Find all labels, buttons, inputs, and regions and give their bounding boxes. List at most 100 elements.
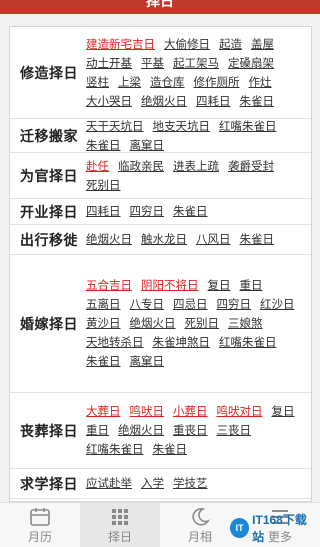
date-type-link[interactable]: 绝烟火日 (130, 316, 176, 331)
date-type-link[interactable]: 鸣吠日 (130, 404, 165, 419)
date-type-link[interactable]: 天地转杀日 (86, 335, 144, 350)
date-type-link[interactable]: 离窠日 (130, 138, 165, 153)
section-items: 建造新宅吉日 大偷修日 起造 盖屋动土开基 平基 起工架马 定磉扇架竖柱 上梁 造仓库 修作厕所作… (80, 27, 311, 118)
date-type-link[interactable]: 大偷修日 (164, 37, 210, 52)
section-label: 迁移搬家 (20, 128, 78, 145)
date-type-link[interactable]: 红嘴朱雀日 (86, 442, 144, 457)
date-type-link[interactable]: 四穷日 (217, 297, 252, 312)
section-items: 赴任 临政亲民 进表上疏 袭爵受封死别日 (80, 153, 311, 198)
date-type-link[interactable]: 三娘煞 (228, 316, 263, 331)
page-header: 择日 (0, 0, 320, 14)
date-type-link[interactable]: 复日 (208, 278, 231, 293)
watermark-text: IT168下载站 (252, 513, 307, 544)
section-moving: 迁移搬家 天干天坑日 地支天坑日 红嘴朱雀日朱雀日 离窠日 (10, 119, 311, 153)
date-type-link[interactable]: 盖屋 (251, 37, 274, 52)
section-label: 丧葬择日 (20, 423, 78, 440)
date-type-link[interactable]: 造仓库 (150, 75, 185, 90)
date-type-link[interactable]: 大小哭日 (86, 94, 132, 109)
tab-label: 月历 (27, 529, 52, 544)
date-type-link[interactable]: 黄沙日 (86, 316, 121, 331)
date-type-link[interactable]: 学技艺 (173, 476, 208, 491)
date-type-link[interactable]: 绝烟火日 (141, 94, 187, 109)
section-label: 出行移徙 (20, 232, 78, 249)
date-type-link[interactable]: 阴阳不将日 (141, 278, 199, 293)
section-items: 大葬日 鸣吠日 小葬日 鸣吠对日 复日重日 绝烟火日 重丧日 三丧日红嘴朱雀日 朱雀日 (80, 393, 311, 468)
date-type-link[interactable]: 四穷日 (130, 204, 165, 219)
date-type-link[interactable]: 五离日 (86, 297, 121, 312)
date-type-link[interactable]: 朱雀坤煞日 (153, 335, 211, 350)
date-type-link[interactable]: 绝烟火日 (86, 232, 132, 247)
date-type-link[interactable]: 朱雀日 (86, 138, 121, 153)
date-type-link[interactable]: 临政亲民 (118, 159, 164, 174)
date-type-link[interactable]: 四耗日 (196, 94, 231, 109)
date-type-link[interactable]: 入学 (141, 476, 164, 491)
date-type-link[interactable]: 重日 (240, 278, 263, 293)
date-type-link[interactable]: 三丧日 (217, 423, 252, 438)
date-type-link[interactable]: 地支天坑日 (153, 119, 211, 134)
date-type-link[interactable]: 重日 (86, 423, 109, 438)
section-official: 为官择日 赴任 临政亲民 进表上疏 袭爵受封死别日 (10, 153, 311, 199)
date-type-link[interactable]: 四耗日 (86, 204, 121, 219)
grid-icon (110, 506, 130, 528)
date-type-link[interactable]: 绝烟火日 (118, 423, 164, 438)
date-type-link[interactable]: 竖柱 (86, 75, 109, 90)
date-type-link[interactable]: 红嘴朱雀日 (219, 119, 277, 134)
section-items: 绝烟火日 触水龙日 八风日 朱雀日 (80, 225, 311, 254)
date-type-link[interactable]: 起工架马 (173, 56, 219, 71)
tab-label: 择日 (107, 529, 132, 544)
date-type-link[interactable]: 朱雀日 (240, 232, 275, 247)
section-business: 开业择日 四耗日 四穷日 朱雀日 (10, 199, 311, 225)
date-type-link[interactable]: 上梁 (118, 75, 141, 90)
section-label: 开业择日 (20, 204, 78, 221)
date-type-link[interactable]: 赴任 (86, 159, 109, 174)
page-title: 择日 (146, 0, 174, 10)
watermark: IT IT168下载站 (230, 513, 316, 544)
date-type-link[interactable]: 袭爵受封 (228, 159, 274, 174)
date-type-link[interactable]: 建造新宅吉日 (86, 37, 155, 52)
date-type-link[interactable]: 复日 (272, 404, 295, 419)
section-label: 求学择日 (20, 476, 78, 493)
date-type-link[interactable]: 八风日 (196, 232, 231, 247)
section-label: 婚嫁择日 (20, 316, 78, 333)
date-type-link[interactable]: 朱雀日 (86, 354, 121, 369)
tab-calendar[interactable]: 月历 (0, 503, 80, 547)
tab-label: 月相 (187, 529, 212, 544)
date-type-link[interactable]: 定磉扇架 (228, 56, 274, 71)
date-type-link[interactable]: 朱雀日 (173, 204, 208, 219)
section-funeral: 丧葬择日 大葬日 鸣吠日 小葬日 鸣吠对日 复日重日 绝烟火日 重丧日 三丧日红嘴朱雀日 朱雀日 (10, 393, 311, 469)
tab-select-date[interactable]: 择日 (80, 503, 160, 547)
date-type-link[interactable]: 平基 (141, 56, 164, 71)
date-type-link[interactable]: 四忌日 (173, 297, 208, 312)
date-type-link[interactable]: 作灶 (249, 75, 272, 90)
section-label: 修造择日 (20, 65, 78, 82)
date-type-link[interactable]: 应试赴举 (86, 476, 132, 491)
date-type-link[interactable]: 起造 (219, 37, 242, 52)
date-type-link[interactable]: 重丧日 (173, 423, 208, 438)
section-construction: 修造择日 建造新宅吉日 大偷修日 起造 盖屋动土开基 平基 起工架马 定磉扇架竖柱 上梁 造仓库修… (10, 27, 311, 119)
moon-icon (190, 506, 210, 528)
date-type-link[interactable]: 触水龙日 (141, 232, 187, 247)
date-type-link[interactable]: 红嘴朱雀日 (219, 335, 277, 350)
date-type-link[interactable]: 朱雀日 (240, 94, 275, 109)
date-type-link[interactable]: 大葬日 (86, 404, 121, 419)
watermark-logo-icon: IT (230, 518, 250, 538)
date-type-link[interactable]: 五合吉日 (86, 278, 132, 293)
date-type-link[interactable]: 朱雀日 (153, 442, 188, 457)
section-items: 天干天坑日 地支天坑日 红嘴朱雀日朱雀日 离窠日 (80, 119, 311, 152)
date-type-link[interactable]: 进表上疏 (173, 159, 219, 174)
date-type-link[interactable]: 红沙日 (260, 297, 295, 312)
date-type-link[interactable]: 离窠日 (130, 354, 165, 369)
tab-moon-phase[interactable]: 月相 (160, 503, 240, 547)
date-type-link[interactable]: 死别日 (86, 178, 121, 193)
date-type-link[interactable]: 死别日 (185, 316, 220, 331)
section-label: 为官择日 (20, 168, 78, 185)
date-type-link[interactable]: 修作厕所 (194, 75, 240, 90)
date-type-link[interactable]: 八专日 (130, 297, 165, 312)
section-wedding: 婚嫁择日 五合吉日 阴阳不将日 复日 重日五离日 八专日 四忌日 四穷日 红沙日黄沙日 绝烟火日死… (10, 255, 311, 393)
date-type-link[interactable]: 鸣吠对日 (217, 404, 263, 419)
date-type-link[interactable]: 天干天坑日 (86, 119, 144, 134)
date-type-link[interactable]: 小葬日 (173, 404, 208, 419)
section-travel: 出行移徙 绝烟火日 触水龙日 八风日 朱雀日 (10, 225, 311, 255)
date-type-link[interactable]: 动土开基 (86, 56, 132, 71)
section-items: 四耗日 四穷日 朱雀日 (80, 199, 311, 224)
